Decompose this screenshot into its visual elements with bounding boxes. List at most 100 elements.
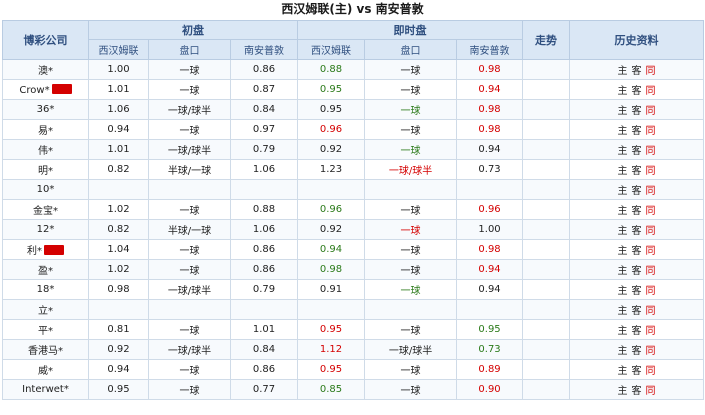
initial-away-odds: 0.86 — [229, 59, 299, 80]
company-name[interactable]: 明* — [38, 162, 53, 177]
history-away-link[interactable]: 客 — [630, 162, 644, 177]
company-name[interactable]: Crow* — [19, 85, 49, 96]
history-away-link[interactable]: 客 — [630, 282, 644, 297]
company-name[interactable]: 18* — [37, 284, 55, 295]
history-h2h-link[interactable]: 同 — [644, 82, 658, 97]
history-away-link[interactable]: 客 — [630, 342, 644, 357]
history-h2h-link[interactable]: 同 — [644, 102, 658, 117]
live-away-odds: 1.00 — [456, 219, 524, 240]
trend-cell[interactable] — [522, 339, 571, 360]
trend-cell[interactable] — [522, 159, 571, 180]
history-home-link[interactable]: 主 — [616, 382, 630, 397]
history-home-link[interactable]: 主 — [616, 222, 630, 237]
history-h2h-link[interactable]: 同 — [644, 302, 658, 317]
history-away-link[interactable]: 客 — [630, 182, 644, 197]
live-handicap: 一球 — [364, 259, 458, 280]
history-h2h-link[interactable]: 同 — [644, 342, 658, 357]
history-home-link[interactable]: 主 — [616, 342, 630, 357]
history-away-link[interactable]: 客 — [630, 102, 644, 117]
trend-cell[interactable] — [522, 259, 571, 280]
history-away-link[interactable]: 客 — [630, 302, 644, 317]
live-home-odds: 0.95 — [297, 79, 366, 100]
history-home-link[interactable]: 主 — [616, 362, 630, 377]
history-h2h-link[interactable]: 同 — [644, 382, 658, 397]
company-name[interactable]: 立* — [38, 302, 53, 317]
company-name[interactable]: 威* — [38, 362, 53, 377]
history-h2h-link[interactable]: 同 — [644, 202, 658, 217]
history-away-link[interactable]: 客 — [630, 62, 644, 77]
live-handicap — [364, 179, 458, 200]
history-links: 主客同 — [569, 379, 705, 400]
company-name[interactable]: 伟* — [38, 142, 53, 157]
trend-cell[interactable] — [522, 59, 571, 80]
history-home-link[interactable]: 主 — [616, 162, 630, 177]
history-home-link[interactable]: 主 — [616, 242, 630, 257]
history-home-link[interactable]: 主 — [616, 322, 630, 337]
history-home-link[interactable]: 主 — [616, 82, 630, 97]
history-away-link[interactable]: 客 — [630, 322, 644, 337]
history-h2h-link[interactable]: 同 — [644, 222, 658, 237]
history-away-link[interactable]: 客 — [630, 122, 644, 137]
initial-home-odds: 0.92 — [88, 339, 149, 360]
history-away-link[interactable]: 客 — [630, 82, 644, 97]
table-row: 平* 0.81 一球 1.01 0.95 一球 0.95 主客同 — [2, 319, 705, 340]
company-name[interactable]: 澳* — [38, 62, 53, 77]
trend-cell[interactable] — [522, 299, 571, 320]
history-links: 主客同 — [569, 199, 705, 220]
history-h2h-link[interactable]: 同 — [644, 282, 658, 297]
company-name[interactable]: 平* — [38, 322, 53, 337]
history-home-link[interactable]: 主 — [616, 122, 630, 137]
history-home-link[interactable]: 主 — [616, 262, 630, 277]
company-name[interactable]: 盈* — [38, 262, 53, 277]
history-h2h-link[interactable]: 同 — [644, 362, 658, 377]
history-away-link[interactable]: 客 — [630, 242, 644, 257]
history-away-link[interactable]: 客 — [630, 262, 644, 277]
history-away-link[interactable]: 客 — [630, 382, 644, 397]
trend-cell[interactable] — [522, 179, 571, 200]
history-home-link[interactable]: 主 — [616, 182, 630, 197]
history-h2h-link[interactable]: 同 — [644, 182, 658, 197]
trend-cell[interactable] — [522, 139, 571, 160]
trend-cell[interactable] — [522, 79, 571, 100]
company-name[interactable]: 利* — [27, 242, 42, 257]
trend-cell[interactable] — [522, 379, 571, 400]
trend-cell[interactable] — [522, 99, 571, 120]
history-home-link[interactable]: 主 — [616, 202, 630, 217]
table-row: 金宝* 1.02 一球 0.88 0.96 一球 0.96 主客同 — [2, 199, 705, 220]
history-h2h-link[interactable]: 同 — [644, 242, 658, 257]
company-name[interactable]: 易* — [38, 122, 53, 137]
trend-cell[interactable] — [522, 219, 571, 240]
trend-cell[interactable] — [522, 359, 571, 380]
history-h2h-link[interactable]: 同 — [644, 322, 658, 337]
live-home-odds: 0.94 — [297, 239, 366, 260]
red-badge-icon — [51, 83, 72, 94]
history-away-link[interactable]: 客 — [630, 202, 644, 217]
history-home-link[interactable]: 主 — [616, 62, 630, 77]
initial-handicap — [148, 299, 231, 320]
company-name[interactable]: 36* — [37, 104, 55, 115]
company-name[interactable]: 金宝* — [33, 202, 58, 217]
history-home-link[interactable]: 主 — [616, 302, 630, 317]
history-h2h-link[interactable]: 同 — [644, 62, 658, 77]
history-away-link[interactable]: 客 — [630, 222, 644, 237]
history-home-link[interactable]: 主 — [616, 142, 630, 157]
company-name[interactable]: Interwet* — [22, 384, 69, 395]
trend-cell[interactable] — [522, 239, 571, 260]
initial-home-odds: 1.06 — [88, 99, 149, 120]
company-name[interactable]: 12* — [37, 224, 55, 235]
history-away-link[interactable]: 客 — [630, 362, 644, 377]
history-h2h-link[interactable]: 同 — [644, 122, 658, 137]
history-home-link[interactable]: 主 — [616, 282, 630, 297]
history-h2h-link[interactable]: 同 — [644, 262, 658, 277]
trend-cell[interactable] — [522, 319, 571, 340]
history-away-link[interactable]: 客 — [630, 142, 644, 157]
history-h2h-link[interactable]: 同 — [644, 162, 658, 177]
trend-cell[interactable] — [522, 199, 571, 220]
history-home-link[interactable]: 主 — [616, 102, 630, 117]
trend-cell[interactable] — [522, 279, 571, 300]
company-name[interactable]: 香港马* — [28, 342, 63, 357]
trend-cell[interactable] — [522, 119, 571, 140]
history-h2h-link[interactable]: 同 — [644, 142, 658, 157]
company-name[interactable]: 10* — [37, 184, 55, 195]
table-row: 36* 1.06 一球/球半 0.84 0.95 一球 0.98 主客同 — [2, 99, 705, 120]
